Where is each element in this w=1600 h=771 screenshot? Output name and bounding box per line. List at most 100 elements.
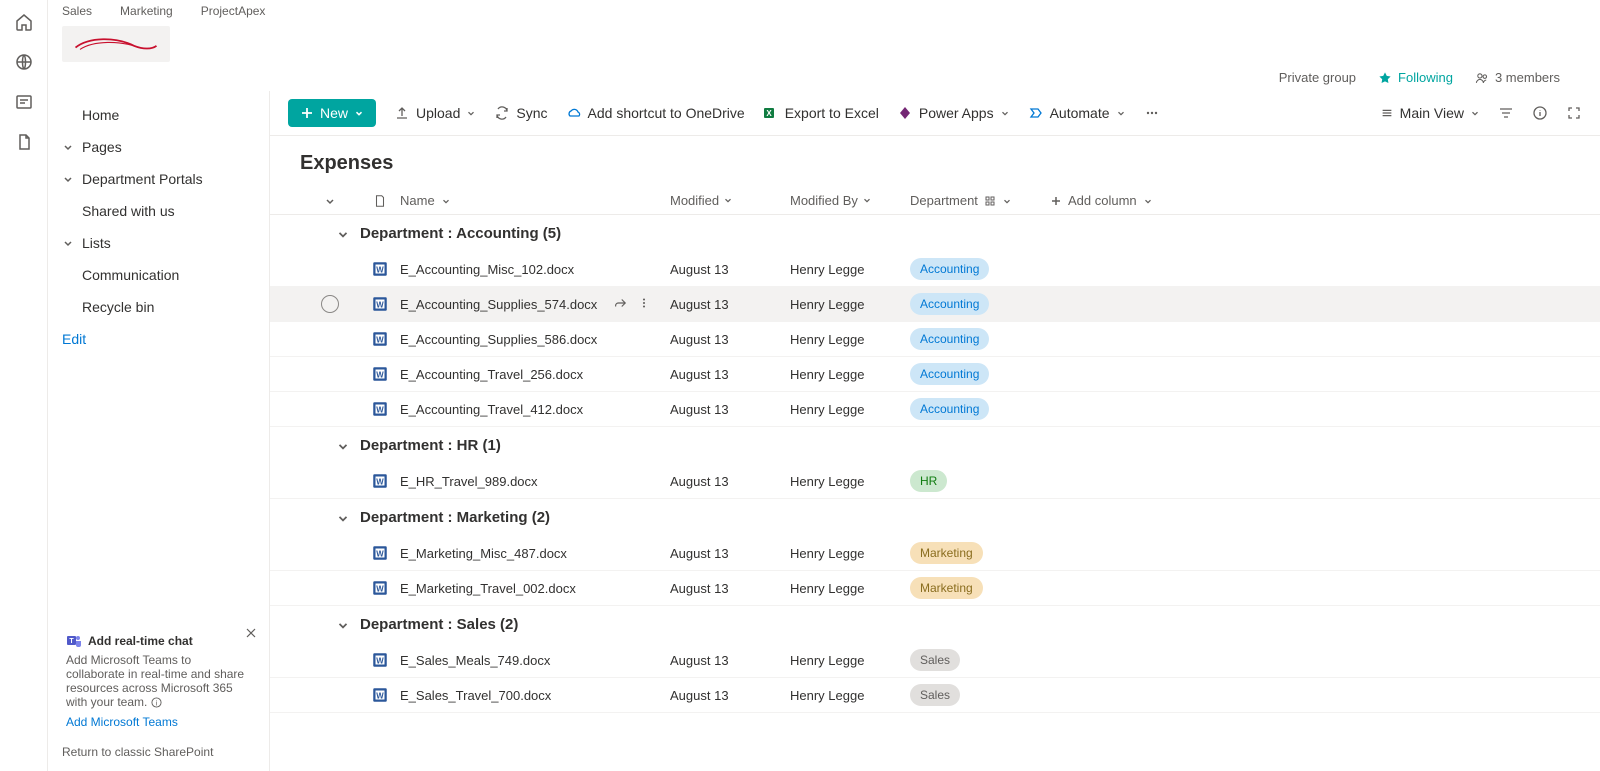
more-icon[interactable] <box>637 296 651 313</box>
hub-tab-projectapex[interactable]: ProjectApex <box>201 4 266 18</box>
hub-tab-marketing[interactable]: Marketing <box>120 4 173 18</box>
nav-communication[interactable]: Communication <box>48 259 269 291</box>
department-tag: Accounting <box>910 363 989 385</box>
return-classic-link[interactable]: Return to classic SharePoint <box>48 745 269 771</box>
svg-text:W: W <box>376 691 384 700</box>
chevron-down-icon <box>336 618 350 632</box>
svg-text:W: W <box>376 549 384 558</box>
expand-icon <box>1566 105 1582 121</box>
column-headers: Name Modified Modified By Department Add… <box>270 187 1600 215</box>
department-tag: Marketing <box>910 542 983 564</box>
file-name[interactable]: E_Marketing_Misc_487.docx <box>400 546 567 561</box>
select-circle[interactable] <box>321 295 339 313</box>
file-name[interactable]: E_Accounting_Misc_102.docx <box>400 262 574 277</box>
hub-tab-sales[interactable]: Sales <box>62 4 92 18</box>
shortcut-button[interactable]: Add shortcut to OneDrive <box>566 105 745 121</box>
sync-button[interactable]: Sync <box>494 105 547 121</box>
group-label: Department : Sales (2) <box>360 616 518 633</box>
nav-shared[interactable]: Shared with us <box>48 195 269 227</box>
globe-icon[interactable] <box>14 52 34 72</box>
app-rail <box>0 0 48 771</box>
file-row[interactable]: WE_Marketing_Misc_487.docxAugust 13Henry… <box>270 536 1600 571</box>
file-name[interactable]: E_Sales_Travel_700.docx <box>400 688 551 703</box>
view-selector[interactable]: Main View <box>1380 105 1480 121</box>
modified-date: August 13 <box>670 474 790 489</box>
chevron-down-icon[interactable] <box>324 195 336 207</box>
group-icon <box>984 195 996 207</box>
file-row[interactable]: WE_Accounting_Travel_412.docxAugust 13He… <box>270 392 1600 427</box>
following-button[interactable]: Following <box>1378 70 1453 85</box>
command-bar: New Upload Sync Add shortcut to OneDrive… <box>270 91 1600 136</box>
chevron-down-icon <box>62 237 74 249</box>
new-button[interactable]: New <box>288 99 376 127</box>
file-icon[interactable] <box>373 194 387 208</box>
members-button[interactable]: 3 members <box>1475 70 1560 85</box>
filter-icon <box>1498 105 1514 121</box>
teams-promo-body: Add Microsoft Teams to collaborate in re… <box>66 653 251 709</box>
close-icon[interactable] <box>243 625 259 641</box>
department-tag: Sales <box>910 684 960 706</box>
group-header[interactable]: Department : HR (1) <box>270 427 1600 464</box>
nav-edit[interactable]: Edit <box>48 323 269 355</box>
modified-date: August 13 <box>670 546 790 561</box>
file-name[interactable]: E_Accounting_Supplies_574.docx <box>400 297 597 312</box>
group-header[interactable]: Department : Sales (2) <box>270 606 1600 643</box>
nav-home[interactable]: Home <box>48 99 269 131</box>
modified-date: August 13 <box>670 262 790 277</box>
upload-button[interactable]: Upload <box>394 105 476 121</box>
svg-text:W: W <box>376 656 384 665</box>
col-department[interactable]: Department <box>910 193 1050 208</box>
export-button[interactable]: XExport to Excel <box>763 105 879 121</box>
file-row[interactable]: WE_Marketing_Travel_002.docxAugust 13Hen… <box>270 571 1600 606</box>
nav-pages[interactable]: Pages <box>48 131 269 163</box>
info-icon[interactable]: i <box>151 697 162 708</box>
nav-recycle[interactable]: Recycle bin <box>48 291 269 323</box>
more-button[interactable] <box>1144 105 1160 121</box>
word-icon: W <box>360 295 400 313</box>
file-name[interactable]: E_Accounting_Travel_256.docx <box>400 367 583 382</box>
news-icon[interactable] <box>14 92 34 112</box>
info-button[interactable] <box>1532 105 1548 121</box>
file-row[interactable]: WE_Sales_Meals_749.docxAugust 13Henry Le… <box>270 643 1600 678</box>
word-icon: W <box>360 260 400 278</box>
col-modified[interactable]: Modified <box>670 193 790 208</box>
file-row[interactable]: WE_Accounting_Supplies_574.docxAugust 13… <box>270 287 1600 322</box>
col-modifiedby[interactable]: Modified By <box>790 193 910 208</box>
file-name[interactable]: E_HR_Travel_989.docx <box>400 474 538 489</box>
filter-button[interactable] <box>1498 105 1514 121</box>
chevron-down-icon <box>862 195 872 205</box>
nav-dept-portals[interactable]: Department Portals <box>48 163 269 195</box>
privacy-label: Private group <box>1279 70 1356 85</box>
home-icon[interactable] <box>14 12 34 32</box>
file-name[interactable]: E_Accounting_Travel_412.docx <box>400 402 583 417</box>
file-name[interactable]: E_Marketing_Travel_002.docx <box>400 581 576 596</box>
file-row[interactable]: W E_Accounting_Supplies_586.docx August 13… <box>270 322 1600 357</box>
files-icon[interactable] <box>14 132 34 152</box>
share-icon[interactable] <box>613 296 627 313</box>
group-header[interactable]: Department : Marketing (2) <box>270 499 1600 536</box>
file-row[interactable]: WE_Accounting_Misc_102.docxAugust 13Henr… <box>270 252 1600 287</box>
file-row[interactable]: WE_HR_Travel_989.docxAugust 13Henry Legg… <box>270 464 1600 499</box>
expand-button[interactable] <box>1566 105 1582 121</box>
chevron-down-icon <box>336 511 350 525</box>
file-name[interactable]: E_Accounting_Supplies_586.docx <box>400 332 597 347</box>
modified-by: Henry Legge <box>790 474 910 489</box>
file-row[interactable]: WE_Sales_Travel_700.docxAugust 13Henry L… <box>270 678 1600 713</box>
site-logo[interactable] <box>62 26 170 62</box>
add-column-button[interactable]: Add column <box>1050 193 1190 208</box>
powerapps-button[interactable]: Power Apps <box>897 105 1010 121</box>
modified-date: August 13 <box>670 688 790 703</box>
excel-icon: X <box>763 105 779 121</box>
automate-button[interactable]: Automate <box>1028 105 1126 121</box>
teams-promo-link[interactable]: Add Microsoft Teams <box>66 715 251 729</box>
col-name[interactable]: Name <box>400 193 670 208</box>
svg-text:W: W <box>376 335 384 344</box>
modified-date: August 13 <box>670 367 790 382</box>
nav-lists[interactable]: Lists <box>48 227 269 259</box>
department-tag: Accounting <box>910 258 989 280</box>
file-name[interactable]: E_Sales_Meals_749.docx <box>400 653 550 668</box>
department-tag: Accounting <box>910 328 989 350</box>
group-header[interactable]: Department : Accounting (5) <box>270 215 1600 252</box>
modified-date: August 13 <box>670 332 790 347</box>
file-row[interactable]: WE_Accounting_Travel_256.docxAugust 13He… <box>270 357 1600 392</box>
